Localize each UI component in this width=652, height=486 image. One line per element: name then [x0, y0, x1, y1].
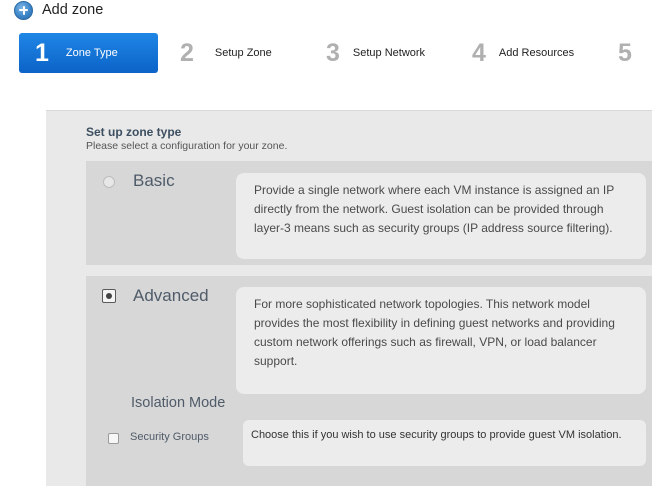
advanced-radio[interactable] [102, 289, 116, 303]
step-number: 5 [618, 38, 632, 67]
add-zone-dialog: Add zone 1 Zone Type 2 Setup Zone 3 Setu… [0, 0, 652, 486]
add-circle-icon [14, 0, 33, 20]
basic-description: Provide a single network where each VM i… [236, 173, 646, 259]
step-number: 3 [326, 38, 340, 67]
step-label: Add Resources [498, 47, 575, 59]
basic-radio[interactable] [103, 176, 115, 188]
advanced-description: For more sophisticated network topologie… [236, 287, 646, 394]
security-groups-label[interactable]: Security Groups [130, 431, 209, 443]
step-label: Setup Zone [214, 47, 272, 59]
security-groups-checkbox[interactable] [108, 433, 119, 444]
step-label: Setup Network [352, 47, 426, 59]
isolation-mode-title: Isolation Mode [131, 395, 226, 411]
dialog-title-text: Add zone [42, 2, 104, 18]
wizard-steps: 1 Zone Type 2 Setup Zone 3 Setup Network… [0, 33, 652, 73]
step-setup-network[interactable]: 3 Setup Network [326, 33, 425, 73]
step-add-resources[interactable]: 4 Add Resources [472, 33, 574, 73]
step-five[interactable]: 5 [618, 33, 632, 73]
step-zone-type[interactable]: 1 Zone Type [19, 33, 158, 73]
step-setup-zone[interactable]: 2 Setup Zone [180, 33, 272, 73]
basic-option-name: Basic [133, 171, 175, 190]
security-groups-description: Choose this if you wish to use security … [243, 420, 646, 466]
section-title: Set up zone type [86, 125, 182, 139]
option-basic[interactable]: Basic Provide a single network where eac… [86, 161, 652, 265]
advanced-option-name: Advanced [133, 286, 209, 305]
zone-type-panel: Set up zone type Please select a configu… [46, 110, 652, 486]
step-number: 2 [180, 38, 194, 67]
dialog-title: Add zone [14, 0, 103, 20]
step-number: 4 [472, 38, 486, 67]
option-advanced[interactable]: Advanced For more sophisticated network … [86, 276, 652, 486]
section-subtitle: Please select a configuration for your z… [86, 140, 288, 152]
step-number: 1 [35, 38, 49, 67]
step-label: Zone Type [65, 47, 118, 59]
